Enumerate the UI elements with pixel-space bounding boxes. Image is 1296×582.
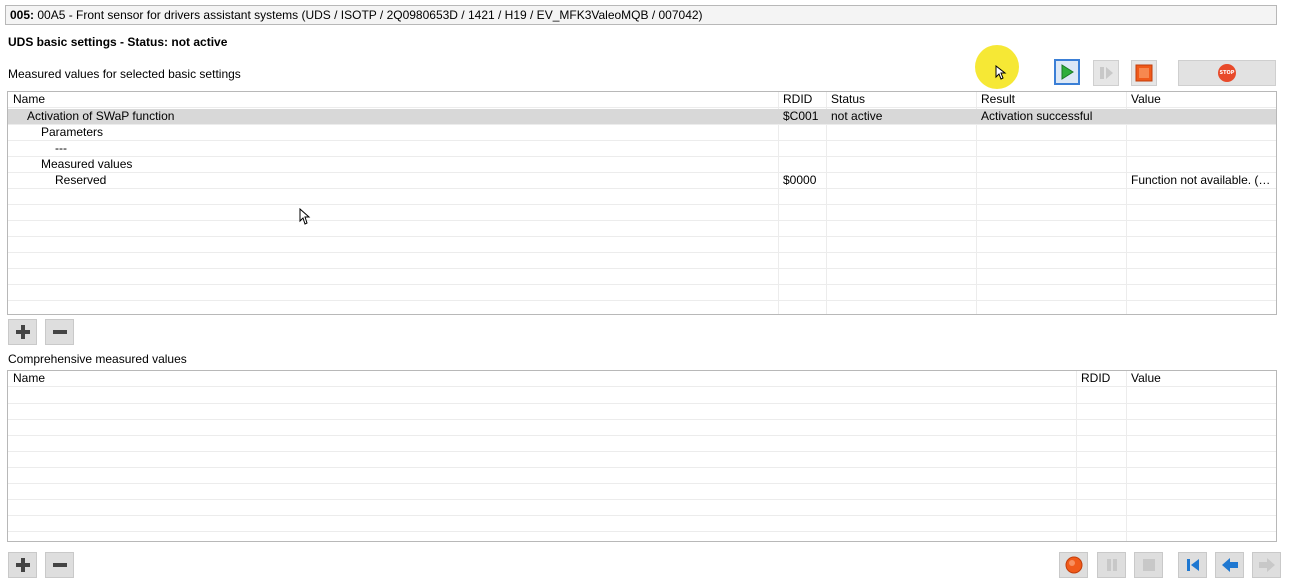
- step-forward-button[interactable]: [1252, 552, 1281, 578]
- column-header-name[interactable]: Name: [9, 92, 778, 108]
- pause-icon: [1106, 559, 1117, 571]
- empty-row: [8, 436, 1276, 452]
- empty-row: [8, 404, 1276, 420]
- basic-settings-status-title: UDS basic settings - Status: not active: [8, 35, 228, 49]
- skip-to-start-button[interactable]: [1178, 552, 1207, 578]
- comprehensive-values-label: Comprehensive measured values: [8, 352, 187, 366]
- row-name: ---: [55, 141, 67, 155]
- mouse-cursor-icon: [299, 208, 311, 225]
- table-row[interactable]: Measured values: [8, 157, 1276, 173]
- arrow-left-icon: [1221, 558, 1238, 572]
- stop-sign-icon: STOP: [1218, 64, 1236, 82]
- remove-measured-value-button[interactable]: [45, 552, 74, 578]
- pause-basic-setting-button[interactable]: [1093, 60, 1119, 86]
- table-header-row: Name RDID Status Result Value: [8, 92, 1276, 108]
- row-name: Reserved: [55, 173, 107, 187]
- table-header-row: Name RDID Value: [8, 371, 1276, 387]
- plus-icon: [15, 325, 30, 339]
- stop-square-button[interactable]: [1131, 60, 1157, 86]
- empty-row: [8, 269, 1276, 285]
- stop-square-icon: [1135, 64, 1153, 82]
- column-header-rdid[interactable]: RDID: [1077, 371, 1126, 387]
- add-basic-setting-button[interactable]: [8, 319, 37, 345]
- row-rdid: $C001: [783, 109, 819, 123]
- empty-row: [8, 285, 1276, 301]
- empty-row: [8, 516, 1276, 532]
- arrow-right-icon: [1258, 558, 1275, 572]
- basic-settings-table: Name RDID Status Result Value Activation…: [7, 91, 1277, 315]
- empty-row: [8, 237, 1276, 253]
- stop-recording-button[interactable]: [1134, 552, 1163, 578]
- comprehensive-values-table: Name RDID Value: [7, 370, 1277, 542]
- empty-row: [8, 452, 1276, 468]
- ecu-description: 00A5 - Front sensor for drivers assistan…: [34, 8, 703, 22]
- skip-back-icon: [1186, 559, 1199, 571]
- empty-row: [8, 484, 1276, 500]
- column-header-status[interactable]: Status: [827, 92, 976, 108]
- row-value: Function not available. (Sl...: [1131, 173, 1277, 187]
- row-name: Measured values: [41, 157, 133, 171]
- minus-icon: [52, 330, 67, 334]
- row-status: not active: [831, 109, 883, 123]
- empty-row: [8, 253, 1276, 269]
- column-header-value[interactable]: Value: [1127, 371, 1276, 387]
- remove-basic-setting-button[interactable]: [45, 319, 74, 345]
- empty-row: [8, 500, 1276, 516]
- empty-row: [8, 189, 1276, 205]
- column-header-name[interactable]: Name: [9, 371, 1076, 387]
- empty-row: [8, 420, 1276, 436]
- empty-row: [8, 221, 1276, 237]
- row-value: [1127, 109, 1276, 125]
- table-row[interactable]: ---: [8, 141, 1276, 157]
- empty-row: [8, 205, 1276, 221]
- add-measured-value-button[interactable]: [8, 552, 37, 578]
- ecu-header: 005: 00A5 - Front sensor for drivers ass…: [5, 5, 1277, 25]
- record-icon: [1065, 556, 1082, 574]
- column-header-value[interactable]: Value: [1127, 92, 1276, 108]
- pause-play-icon: [1100, 67, 1113, 79]
- step-back-button[interactable]: [1215, 552, 1244, 578]
- play-icon: [1061, 64, 1074, 80]
- stop-icon: [1142, 559, 1155, 571]
- row-name: Parameters: [41, 125, 104, 139]
- table-row[interactable]: Parameters: [8, 125, 1276, 141]
- column-header-rdid[interactable]: RDID: [779, 92, 826, 108]
- measured-values-label: Measured values for selected basic setti…: [8, 67, 241, 81]
- row-rdid: $0000: [783, 173, 817, 187]
- table-row[interactable]: Activation of SWaP function $C001 not ac…: [8, 109, 1276, 125]
- minus-icon: [52, 563, 67, 567]
- row-name: Activation of SWaP function: [27, 109, 175, 123]
- pause-button[interactable]: [1097, 552, 1126, 578]
- plus-icon: [15, 558, 30, 572]
- ecu-address: 005:: [10, 8, 35, 22]
- stop-button[interactable]: STOP: [1178, 60, 1276, 86]
- column-header-result[interactable]: Result: [977, 92, 1126, 108]
- row-result: Activation successful: [981, 109, 1093, 123]
- empty-row: [8, 468, 1276, 484]
- table-row[interactable]: Reserved $0000 Function not available. (…: [8, 173, 1276, 189]
- record-button[interactable]: [1059, 552, 1088, 578]
- empty-row: [8, 388, 1276, 404]
- mouse-cursor-icon: [995, 65, 1007, 80]
- start-basic-setting-button[interactable]: [1054, 59, 1080, 85]
